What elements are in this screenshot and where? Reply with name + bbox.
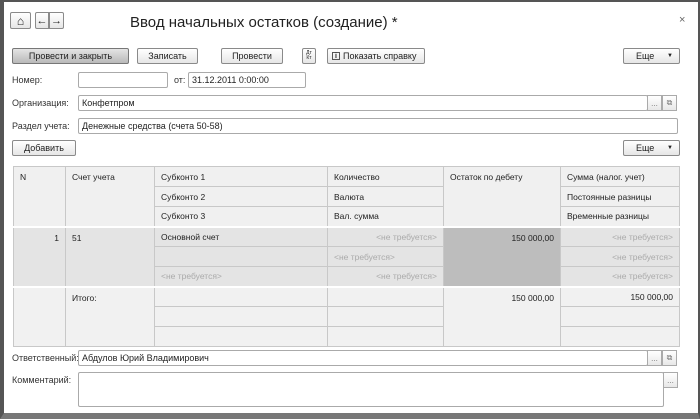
save-button[interactable]: Записать xyxy=(137,48,198,64)
header-subconto-2[interactable]: Субконто 2 xyxy=(154,186,328,207)
dropdown-arrow-icon: ▼ xyxy=(667,145,673,151)
cell-subconto-3[interactable]: <не требуется> xyxy=(154,266,328,287)
forward-button[interactable]: → xyxy=(49,12,64,29)
header-permanent-diff[interactable]: Постоянные разницы xyxy=(560,186,680,207)
more-button[interactable]: Еще ▼ xyxy=(623,48,680,64)
cell-n[interactable]: 1 xyxy=(13,225,66,287)
add-button[interactable]: Добавить xyxy=(12,140,76,156)
cell-quantity[interactable]: <не требуется> xyxy=(327,225,444,247)
organization-label: Организация: xyxy=(12,98,69,108)
more-label: Еще xyxy=(636,51,655,61)
arrow-right-icon: → xyxy=(51,14,62,27)
header-currency[interactable]: Валюта xyxy=(327,186,444,207)
number-input[interactable] xyxy=(78,72,168,88)
balances-table: N Счет учета Субконто 1 Количество Остат… xyxy=(13,166,680,347)
close-icon[interactable]: × xyxy=(679,14,685,26)
cell-debit[interactable]: 150 000,00 xyxy=(443,225,561,287)
total-cell xyxy=(154,326,328,347)
number-label: Номер: xyxy=(12,75,43,85)
show-help-button[interactable]: i Показать справку xyxy=(327,48,425,64)
comment-label: Комментарий: xyxy=(12,375,72,385)
header-subconto-1[interactable]: Субконто 1 xyxy=(154,166,328,187)
info-icon: i xyxy=(332,52,340,60)
page-title: Ввод начальных остатков (создание) * xyxy=(130,14,398,31)
total-cell xyxy=(327,285,444,307)
header-n[interactable]: N xyxy=(13,166,66,227)
table-header-row: N Счет учета Субконто 1 Количество Остат… xyxy=(13,166,680,227)
total-debit: 150 000,00 xyxy=(443,285,561,347)
organization-input[interactable]: Конфетпром ... ⧉ xyxy=(78,95,677,111)
cell-subconto-1[interactable]: Основной счет xyxy=(154,225,328,247)
back-button[interactable]: ← xyxy=(35,12,49,29)
cell-currency[interactable]: <не требуется> xyxy=(327,246,444,267)
total-tax-sum: 150 000,00 xyxy=(560,285,680,307)
home-button[interactable]: ⌂ xyxy=(10,12,31,29)
header-account[interactable]: Счет учета xyxy=(65,166,155,227)
organization-value: Конфетпром xyxy=(82,98,135,108)
total-cell xyxy=(154,285,328,307)
total-label: Итого: xyxy=(65,285,155,347)
total-cell xyxy=(327,326,444,347)
header-subconto-3[interactable]: Субконто 3 xyxy=(154,206,328,227)
post-and-close-button[interactable]: Провести и закрыть xyxy=(12,48,129,64)
cell-permanent-diff[interactable]: <не требуется> xyxy=(560,246,680,267)
date-input[interactable]: 31.12.2011 0:00:00 xyxy=(188,72,306,88)
open-icon[interactable]: ⧉ xyxy=(662,95,677,111)
table-row[interactable]: 1 51 Основной счет <не требуется> 150 00… xyxy=(13,225,680,287)
arrow-left-icon: ← xyxy=(36,14,48,27)
home-icon: ⌂ xyxy=(16,13,25,28)
cell-temporary-diff[interactable]: <не требуется> xyxy=(560,266,680,287)
responsible-value: Абдулов Юрий Владимирович xyxy=(82,353,209,363)
dropdown-arrow-icon: ▼ xyxy=(667,53,673,59)
date-label: от: xyxy=(174,75,186,85)
cell-account[interactable]: 51 xyxy=(65,225,155,287)
header-currency-sum[interactable]: Вал. сумма xyxy=(327,206,444,227)
header-tax-sum[interactable]: Сумма (налог. учет) xyxy=(560,166,680,187)
responsible-input[interactable]: Абдулов Юрий Владимирович ... ⧉ xyxy=(78,350,677,366)
select-button[interactable]: ... xyxy=(647,95,662,111)
total-cell xyxy=(327,306,444,327)
header-debit[interactable]: Остаток по дебету xyxy=(443,166,561,227)
header-quantity[interactable]: Количество xyxy=(327,166,444,187)
post-button[interactable]: Провести xyxy=(221,48,283,64)
comment-input[interactable] xyxy=(78,372,664,407)
select-button[interactable]: ... xyxy=(647,350,662,366)
responsible-label: Ответственный: xyxy=(12,353,79,363)
section-input[interactable]: Денежные средства (счета 50-58) xyxy=(78,118,678,134)
total-n xyxy=(13,285,66,347)
header-temporary-diff[interactable]: Временные разницы xyxy=(560,206,680,227)
show-help-label: Показать справку xyxy=(343,51,417,61)
open-icon[interactable]: ⧉ xyxy=(662,350,677,366)
section-label: Раздел учета: xyxy=(12,121,70,131)
cell-tax-sum[interactable]: <не требуется> xyxy=(560,225,680,247)
cell-subconto-2[interactable] xyxy=(154,246,328,267)
more-label: Еще xyxy=(636,143,655,153)
total-cell xyxy=(560,306,680,327)
total-row: Итого: 150 000,00 150 000,00 xyxy=(13,285,680,347)
table-more-button[interactable]: Еще ▼ xyxy=(623,140,680,156)
cell-currency-sum[interactable]: <не требуется> xyxy=(327,266,444,287)
total-cell xyxy=(560,326,680,347)
total-cell xyxy=(154,306,328,327)
dt-kt-button[interactable]: Дт Кт xyxy=(302,48,316,64)
dt-kt-icon-bottom: Кт xyxy=(306,55,312,61)
comment-select-button[interactable]: ... xyxy=(663,372,678,388)
